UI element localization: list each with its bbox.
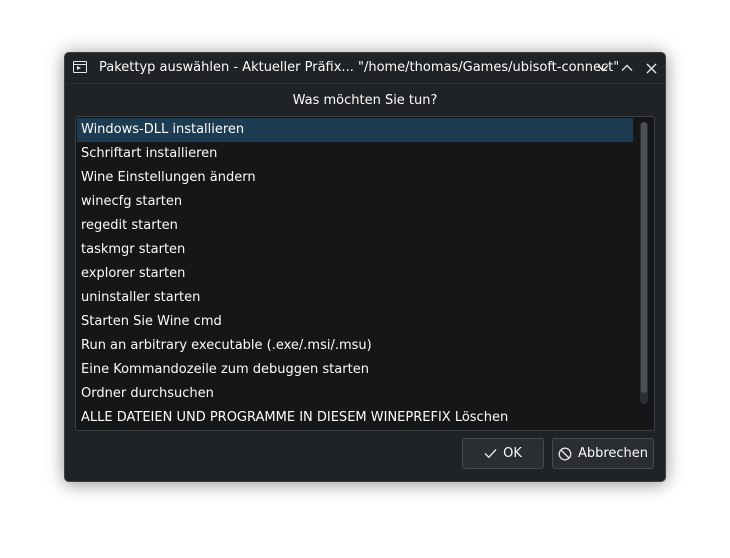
action-list[interactable]: Windows-DLL installieren Schriftart insta… [75, 116, 655, 431]
close-button[interactable] [641, 58, 661, 78]
minimize-icon [597, 65, 609, 72]
list-item[interactable]: Ordner durchsuchen [77, 382, 633, 406]
cancel-button[interactable]: Abbrechen [552, 438, 654, 469]
list-item[interactable]: Run an arbitrary executable (.exe/.msi/.… [77, 334, 633, 358]
scrollbar-thumb[interactable] [641, 122, 647, 393]
maximize-button[interactable] [617, 58, 637, 78]
cancel-icon [558, 447, 572, 460]
list-item[interactable]: uninstaller starten [77, 286, 633, 310]
cancel-button-label: Abbrechen [577, 446, 649, 461]
ok-button-label: OK [503, 446, 522, 461]
list-item[interactable]: taskmgr starten [77, 238, 633, 262]
close-icon [646, 63, 656, 73]
list-item[interactable]: regedit starten [77, 214, 633, 238]
ok-button[interactable]: OK [462, 438, 544, 469]
list-item[interactable]: Windows-DLL installieren [77, 118, 633, 142]
list-item[interactable]: explorer starten [77, 262, 633, 286]
list-item[interactable]: winecfg starten [77, 190, 633, 214]
vertical-scrollbar[interactable] [640, 122, 648, 404]
action-list-items: Windows-DLL installieren Schriftart insta… [77, 118, 633, 430]
list-item[interactable]: Schriftart installieren [77, 142, 633, 166]
minimize-button[interactable] [593, 58, 613, 78]
package-type-dialog: Pakettyp auswählen - Aktueller Präfix...… [64, 52, 666, 482]
title-bar[interactable]: Pakettyp auswählen - Aktueller Präfix...… [65, 53, 665, 84]
list-item[interactable]: Wine Einstellungen ändern [77, 166, 633, 190]
terminal-window-icon [73, 61, 87, 73]
list-item[interactable]: Eine Kommandozeile zum debuggen starten [77, 358, 633, 382]
dialog-prompt: Was möchten Sie tun? [292, 93, 438, 108]
list-item[interactable]: ALLE DATEIEN UND PROGRAMME IN DIESEM WIN… [77, 406, 633, 430]
maximize-icon [621, 64, 633, 71]
window-title: Pakettyp auswählen - Aktueller Präfix...… [99, 60, 620, 75]
checkmark-icon [484, 449, 497, 459]
list-item[interactable]: Starten Sie Wine cmd [77, 310, 633, 334]
